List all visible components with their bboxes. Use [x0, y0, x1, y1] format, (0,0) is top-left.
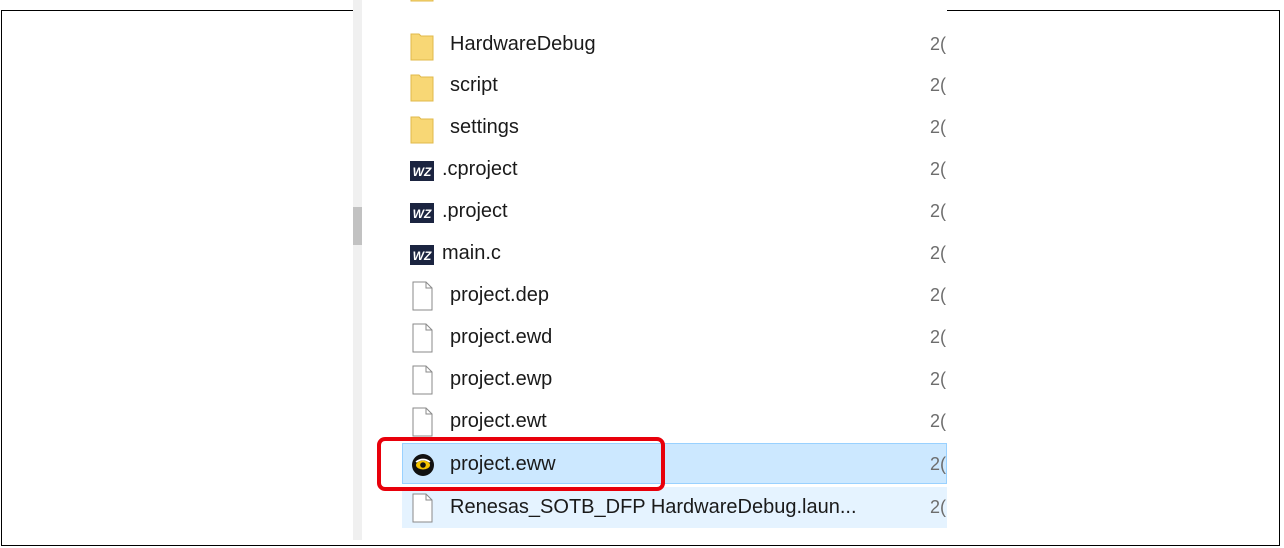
svg-text:WZ: WZ [413, 165, 432, 179]
file-date: 2( [930, 243, 947, 263]
scrollbar-thumb[interactable] [353, 207, 362, 245]
highlight-annotation-box [377, 437, 665, 491]
scrollbar[interactable] [353, 0, 362, 540]
file-date: 2( [930, 497, 947, 517]
file-date: 2( [930, 285, 947, 305]
file-row-hardwaredebug[interactable]: HardwareDebug 2( [402, 24, 947, 65]
file-date: 2( [930, 201, 947, 221]
folder-icon [410, 0, 434, 3]
document-icon [410, 281, 434, 311]
file-row-script[interactable]: script 2( [402, 65, 947, 106]
file-name: project.ewp [450, 368, 553, 390]
file-name: settings [450, 116, 519, 138]
file-row-main-c[interactable]: WZ main.c 2( [402, 233, 947, 274]
file-row-project-dep[interactable]: project.dep 2( [402, 275, 947, 316]
folder-icon [410, 74, 434, 102]
file-name: script [450, 74, 498, 96]
file-name: project.dep [450, 284, 549, 306]
file-date: 2( [930, 454, 947, 474]
file-date: 2( [930, 75, 947, 95]
document-icon [410, 493, 434, 523]
file-row-settings[interactable]: settings 2( [402, 107, 947, 148]
folder-icon [410, 33, 434, 61]
file-date: 2( [930, 159, 947, 179]
file-row-folder-partial[interactable]: 2( [402, 0, 947, 11]
wz-editor-icon: WZ [410, 242, 434, 266]
document-icon [410, 407, 434, 437]
file-row-cproject[interactable]: WZ .cproject 2( [402, 149, 947, 190]
file-row-project-ewp[interactable]: project.ewp 2( [402, 359, 947, 400]
file-date: 2( [930, 0, 947, 11]
file-row-launch-config[interactable]: Renesas_SOTB_DFP HardwareDebug.laun... 2… [402, 487, 947, 528]
wz-editor-icon: WZ [410, 158, 434, 182]
file-row-project-ewd[interactable]: project.ewd 2( [402, 317, 947, 358]
file-row-project-ewt[interactable]: project.ewt 2( [402, 401, 947, 442]
file-name: Renesas_SOTB_DFP HardwareDebug.laun... [450, 496, 857, 518]
file-name: HardwareDebug [450, 33, 596, 55]
file-name: project.ewd [450, 326, 553, 348]
folder-icon [410, 116, 434, 144]
svg-text:WZ: WZ [413, 249, 432, 263]
file-date: 2( [930, 411, 947, 431]
file-date: 2( [930, 117, 947, 137]
file-date: 2( [930, 327, 947, 347]
file-name: .cproject [442, 158, 518, 180]
file-date: 2( [930, 34, 947, 54]
file-row-project[interactable]: WZ .project 2( [402, 191, 947, 232]
frame-top-border-right [946, 10, 1280, 11]
svg-text:WZ: WZ [413, 207, 432, 221]
document-icon [410, 323, 434, 353]
file-date: 2( [930, 369, 947, 389]
file-name: project.ewt [450, 410, 547, 432]
document-icon [410, 365, 434, 395]
frame-top-border-left [1, 10, 353, 11]
wz-editor-icon: WZ [410, 200, 434, 224]
file-name: .project [442, 200, 508, 222]
file-name: main.c [442, 242, 501, 264]
